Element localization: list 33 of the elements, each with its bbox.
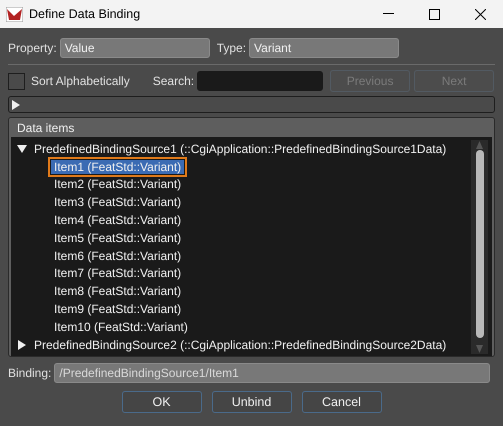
type-label: Type:	[216, 41, 246, 55]
tree-item[interactable]: Item5 (FeatStd::Variant)	[51, 230, 184, 245]
tree-item[interactable]: Item8 (FeatStd::Variant)	[51, 284, 184, 298]
tree-node[interactable]: PredefinedBindingSource2 (::CgiApplication::PredefinedBindingSource2Data)	[34, 338, 446, 352]
app-logo-icon	[6, 6, 23, 22]
collapse-arrow-icon[interactable]	[17, 144, 27, 154]
tree-item[interactable]: Item6 (FeatStd::Variant)	[51, 248, 184, 263]
tree-item[interactable]: Item2 (FeatStd::Variant)	[51, 177, 184, 192]
unbind-button[interactable]: Unbind	[212, 391, 292, 413]
window-title: Define Data Binding	[29, 7, 142, 21]
search-field[interactable]	[197, 71, 324, 91]
cancel-button[interactable]: Cancel	[302, 391, 382, 413]
tree-item[interactable]: Item4 (FeatStd::Variant)	[51, 213, 184, 228]
tree-item[interactable]: Item3 (FeatStd::Variant)	[51, 195, 184, 210]
ok-button[interactable]: OK	[122, 391, 202, 413]
type-field[interactable]: Variant	[249, 38, 400, 58]
sort-label: Sort Alphabetically	[31, 74, 130, 88]
tree-item[interactable]: Item9 (FeatStd::Variant)	[51, 302, 184, 316]
property-field[interactable]: Value	[60, 38, 210, 58]
expand-arrow-icon[interactable]	[17, 340, 27, 350]
tree-node[interactable]: PredefinedBindingSource1 (::CgiApplication::PredefinedBindingSource1Data)	[34, 142, 446, 156]
close-icon	[474, 8, 486, 20]
tree-item[interactable]: Item10 (FeatStd::Variant)	[51, 320, 191, 334]
property-label: Property:	[8, 41, 57, 55]
tree-item[interactable]: Item7 (FeatStd::Variant)	[51, 266, 184, 280]
sort-checkbox[interactable]	[8, 72, 25, 90]
panel-title: Data items	[16, 120, 76, 137]
tree-item[interactable]: Item1 (FeatStd::Variant)	[51, 160, 184, 174]
search-label: Search:	[152, 74, 194, 88]
minimize-icon	[382, 13, 394, 15]
binding-label: Binding:	[8, 366, 52, 380]
expand-arrow-icon[interactable]	[11, 100, 21, 110]
maximize-icon	[428, 8, 440, 20]
